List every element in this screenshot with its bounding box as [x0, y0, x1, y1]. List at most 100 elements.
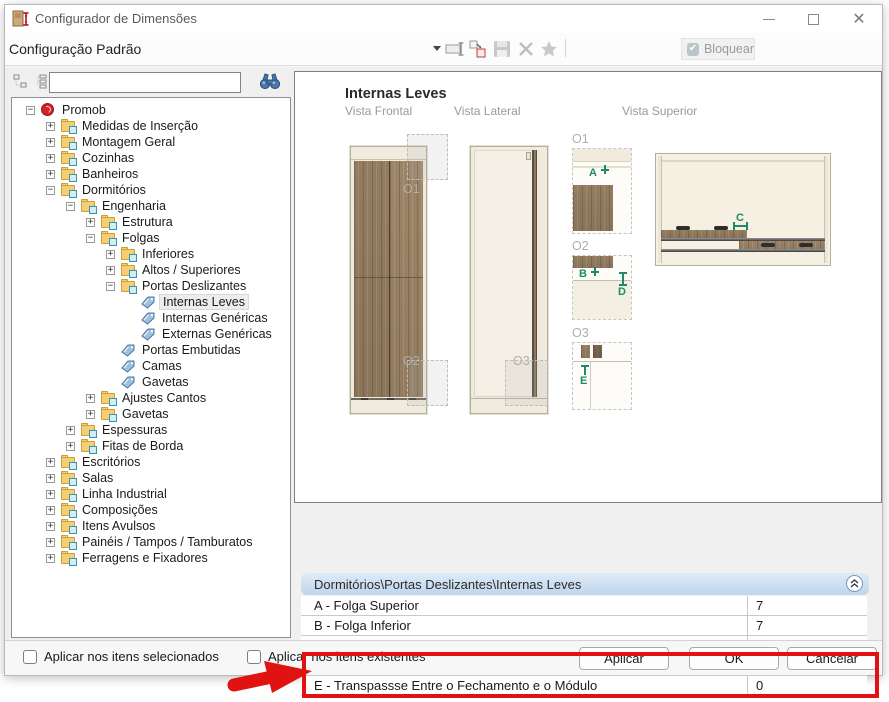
- tree-item-label: Folgas: [119, 230, 163, 246]
- detail-view-o1: A: [572, 148, 632, 234]
- tree-item-label: Linha Industrial: [79, 486, 170, 502]
- expand-icon[interactable]: +: [46, 458, 55, 467]
- favorite-icon[interactable]: [539, 39, 559, 59]
- callout-zone-o1: [407, 134, 448, 180]
- expand-icon[interactable]: +: [46, 538, 55, 547]
- tree-item-altos-superiores[interactable]: + Altos / Superiores: [12, 262, 290, 278]
- collapse-section-button[interactable]: [846, 575, 863, 592]
- collapse-icon[interactable]: −: [46, 186, 55, 195]
- tree-item-espessuras[interactable]: +Espessuras: [12, 422, 290, 438]
- tree-item-internas-gen-ricas[interactable]: Internas Genéricas: [12, 310, 290, 326]
- bloquear-checkbox[interactable]: ✔ Bloquear: [681, 38, 755, 60]
- save-icon[interactable]: [492, 39, 512, 59]
- expand-icon[interactable]: +: [46, 506, 55, 515]
- tree-item-montagem-geral[interactable]: +Montagem Geral: [12, 134, 290, 150]
- tree-item-label: Banheiros: [79, 166, 141, 182]
- maximize-button[interactable]: [792, 5, 834, 33]
- tree-item-camas[interactable]: Camas: [12, 358, 290, 374]
- expand-icon[interactable]: +: [86, 394, 95, 403]
- expand-icon[interactable]: +: [46, 554, 55, 563]
- tree-item-label: Altos / Superiores: [139, 262, 244, 278]
- folder-icon: [61, 151, 76, 165]
- tree-item-gavetas[interactable]: +Gavetas: [12, 406, 290, 422]
- tree-item-portas-deslizantes[interactable]: −Portas Deslizantes: [12, 278, 290, 294]
- detail-view-o3: E: [572, 342, 632, 410]
- tree-item-linha-industrial[interactable]: + Linha Industrial: [12, 486, 290, 502]
- expand-icon[interactable]: +: [86, 410, 95, 419]
- tree-item-label: Dormitórios: [79, 182, 149, 198]
- tree-item-banheiros[interactable]: + Banheiros: [12, 166, 290, 182]
- folder-icon: [61, 551, 76, 565]
- tree-item-folgas[interactable]: − Folgas: [12, 230, 290, 246]
- tree-item-medidas-de-inser-o[interactable]: +Medidas de Inserção: [12, 118, 290, 134]
- tree-item-ajustes-cantos[interactable]: +Ajustes Cantos: [12, 390, 290, 406]
- callout-zone-o3: [505, 360, 548, 406]
- apply-selected-items-checkbox[interactable]: Aplicar nos itens selecionados: [23, 649, 219, 664]
- tree-item-itens-avulsos[interactable]: +Itens Avulsos: [12, 518, 290, 534]
- tree-item-estrutura[interactable]: +Estrutura: [12, 214, 290, 230]
- tree-item-label: Internas Leves: [159, 294, 249, 310]
- tree-item-gavetas[interactable]: Gavetas: [12, 374, 290, 390]
- tree-item-dormit-rios[interactable]: − Dormitórios: [12, 182, 290, 198]
- expand-icon[interactable]: +: [66, 426, 75, 435]
- table-path-text: Dormitórios\Portas Deslizantes\Internas …: [301, 577, 581, 592]
- tree-item-promob[interactable]: − Promob: [12, 102, 290, 118]
- rename-icon[interactable]: [445, 39, 465, 59]
- tree-filter-input[interactable]: [49, 72, 241, 93]
- dimension-value-field[interactable]: 7: [747, 616, 867, 635]
- combo-dropdown-caret[interactable]: [433, 46, 441, 51]
- expand-icon[interactable]: +: [86, 218, 95, 227]
- folder-icon: [101, 407, 116, 421]
- check-icon: ✔: [687, 43, 699, 56]
- tree-item-escrit-rios[interactable]: + Escritórios: [12, 454, 290, 470]
- expand-icon[interactable]: +: [46, 490, 55, 499]
- tree-item-internas-leves[interactable]: Internas Leves: [12, 294, 290, 310]
- expand-icon[interactable]: +: [106, 266, 115, 275]
- expand-icon[interactable]: +: [46, 154, 55, 163]
- detail-label-o1: O1: [572, 132, 589, 146]
- expand-icon[interactable]: +: [46, 474, 55, 483]
- tree-item-portas-embutidas[interactable]: Portas Embutidas: [12, 342, 290, 358]
- collapse-icon[interactable]: −: [106, 282, 115, 291]
- tree-item-salas[interactable]: + Salas: [12, 470, 290, 486]
- folder-icon: [101, 215, 116, 229]
- tree-item-externas-gen-ricas[interactable]: Externas Genéricas: [12, 326, 290, 342]
- tree-item-label: Escritórios: [79, 454, 143, 470]
- tree-item-composi-es[interactable]: + Composições: [12, 502, 290, 518]
- collapse-icon[interactable]: −: [86, 234, 95, 243]
- minimize-button[interactable]: [748, 5, 790, 33]
- dimension-row-b: B - Folga Inferior7: [301, 616, 867, 636]
- checkbox-box: [23, 650, 37, 664]
- detail-label-o3: O3: [572, 326, 589, 340]
- dimension-value-field[interactable]: 7: [747, 596, 867, 615]
- tree-item-fitas-de-borda[interactable]: +Fitas de Borda: [12, 438, 290, 454]
- collapse-icon[interactable]: −: [26, 106, 35, 115]
- tree-item-cozinhas[interactable]: +Cozinhas: [12, 150, 290, 166]
- collapse-tree-icon[interactable]: [13, 74, 29, 90]
- expand-icon[interactable]: +: [66, 442, 75, 451]
- copy-config-icon[interactable]: [468, 39, 488, 59]
- tree-item-pain-is-tampos-tamburatos[interactable]: + Painéis / Tampos / Tamburatos: [12, 534, 290, 550]
- tree-item-label: Promob: [59, 102, 109, 118]
- close-button[interactable]: ✕: [838, 5, 880, 33]
- expand-icon[interactable]: +: [46, 122, 55, 131]
- callout-label-o1: O1: [403, 182, 420, 196]
- configuration-combo[interactable]: Configuração Padrão: [9, 41, 141, 57]
- tree-item-label: Gavetas: [139, 374, 192, 390]
- tree-item-label: Externas Genéricas: [159, 326, 275, 342]
- tree-item-label: Painéis / Tampos / Tamburatos: [79, 534, 255, 550]
- folder-icon: [61, 135, 76, 149]
- tree-item-label: Salas: [79, 470, 116, 486]
- expand-icon[interactable]: +: [46, 138, 55, 147]
- expand-icon[interactable]: +: [106, 250, 115, 259]
- search-binoculars-icon[interactable]: [259, 71, 281, 91]
- expand-icon[interactable]: +: [46, 522, 55, 531]
- tree-item-inferiores[interactable]: +Inferiores: [12, 246, 290, 262]
- detail-label-o2: O2: [572, 239, 589, 253]
- expand-icon[interactable]: +: [46, 170, 55, 179]
- tree-item-ferragens-e-fixadores[interactable]: +Ferragens e Fixadores: [12, 550, 290, 566]
- delete-icon[interactable]: [516, 39, 536, 59]
- collapse-icon[interactable]: −: [66, 202, 75, 211]
- tree-item-label: Composições: [79, 502, 161, 518]
- tree-item-engenharia[interactable]: −Engenharia: [12, 198, 290, 214]
